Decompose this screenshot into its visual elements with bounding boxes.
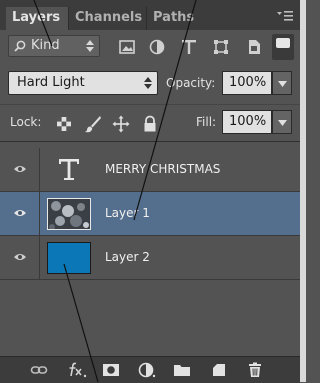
layer-mask-icon[interactable] [102, 362, 120, 378]
brush-icon[interactable] [84, 115, 102, 133]
type-icon [47, 154, 91, 186]
layer-style-fx-icon[interactable] [66, 362, 88, 378]
image-layer-thumbnail [47, 198, 91, 230]
lock-icon[interactable] [141, 115, 159, 133]
lock-transparent-pixels-icon[interactable] [55, 115, 73, 133]
fill-label: Fill: [196, 115, 216, 129]
layer-row-merry-christmas[interactable]: MERRY CHRISTMAS [0, 148, 300, 192]
opacity-dropdown-button[interactable] [272, 71, 292, 95]
panel-bottom-bar [0, 356, 300, 383]
folder-icon[interactable] [173, 362, 191, 378]
link-layers-icon[interactable] [30, 362, 48, 378]
filter-kind-select[interactable]: Kind [8, 35, 100, 57]
filter-toggle-switch[interactable] [272, 34, 294, 60]
visibility-toggle[interactable] [0, 192, 40, 236]
lock-options-row: Lock: Fill: 100% [0, 104, 300, 142]
layer-row-layer-2[interactable]: Layer 2 [0, 236, 300, 280]
opacity-label: Opacity: [166, 76, 215, 90]
panel-menu-icon[interactable] [276, 10, 294, 22]
shape-layer-filter-icon[interactable] [212, 38, 230, 56]
opacity-input[interactable]: 100% [222, 71, 272, 95]
chevron-down-icon [278, 120, 287, 126]
layers-list: MERRY CHRISTMAS [0, 142, 300, 354]
eye-icon [13, 164, 27, 174]
tab-channels[interactable]: Channels [68, 7, 146, 30]
filter-kind-label: Kind [31, 38, 60, 53]
layer-name[interactable]: Layer 1 [105, 206, 150, 220]
chevron-down-icon [278, 81, 287, 87]
move-icon[interactable] [112, 115, 130, 133]
trash-icon[interactable] [246, 362, 264, 378]
fill-input[interactable]: 100% [222, 110, 272, 134]
layers-panel: Layers Channels Paths Kind [0, 0, 306, 382]
blend-mode-value: Hard Light [17, 75, 85, 90]
updown-arrows-icon [144, 77, 152, 89]
smart-object-filter-icon[interactable] [245, 38, 263, 56]
tab-layers[interactable]: Layers [6, 7, 68, 30]
eye-icon [13, 208, 27, 218]
layer-name[interactable]: MERRY CHRISTMAS [105, 162, 220, 176]
tab-paths[interactable]: Paths [146, 7, 196, 30]
new-layer-icon[interactable] [210, 362, 228, 378]
type-layer-filter-icon[interactable] [180, 38, 198, 56]
photo-thumbnail-image [48, 199, 90, 229]
blend-mode-select[interactable]: Hard Light [8, 71, 158, 95]
layer-row-layer-1[interactable]: Layer 1 [0, 192, 300, 236]
visibility-toggle[interactable] [0, 148, 40, 192]
pixel-layer-filter-icon[interactable] [118, 38, 136, 56]
visibility-toggle[interactable] [0, 236, 40, 280]
search-icon [14, 40, 26, 52]
adjustment-layer-icon[interactable] [138, 362, 156, 378]
eye-icon [13, 252, 27, 262]
text-layer-thumbnail [47, 154, 91, 186]
layer-name[interactable]: Layer 2 [105, 250, 150, 264]
lock-label: Lock: [10, 115, 41, 129]
color-fill-thumbnail [47, 242, 91, 274]
fill-dropdown-button[interactable] [272, 110, 292, 134]
adjustment-layer-filter-icon[interactable] [148, 38, 166, 56]
panel-tab-bar: Layers Channels Paths [0, 0, 300, 30]
blend-options-row: Hard Light Opacity: 100% [0, 64, 300, 102]
updown-arrows-icon [86, 40, 94, 52]
